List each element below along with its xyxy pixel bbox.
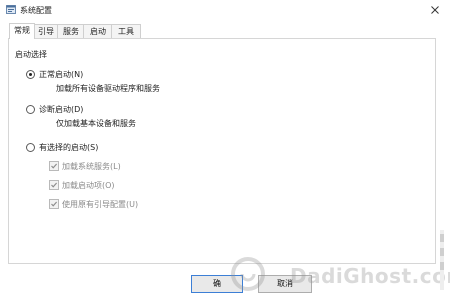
load-startup-items-label: 加载启动项(O) <box>62 181 115 190</box>
ok-button[interactable]: 确 <box>191 275 243 293</box>
msconfig-app-icon <box>6 5 16 15</box>
radio-normal-startup[interactable] <box>26 70 35 79</box>
tab-boot[interactable]: 引导 <box>33 24 59 39</box>
radio-selective-startup[interactable] <box>26 143 35 152</box>
tab-services[interactable]: 服务 <box>57 24 85 39</box>
selective-startup-label[interactable]: 有选择的启动(S) <box>39 142 98 153</box>
checkbox-load-system-services[interactable] <box>49 161 59 171</box>
use-original-boot-config-label: 使用原有引导配置(U) <box>62 200 139 209</box>
checkbox-use-original-boot-config[interactable] <box>49 199 59 209</box>
checkbox-load-startup-items[interactable] <box>49 180 59 190</box>
load-system-services-label: 加载系统服务(L) <box>62 162 121 171</box>
title-bar[interactable]: 系统配置 <box>0 0 450 20</box>
radio-selected-dot <box>29 73 32 76</box>
system-config-window: 系统配置 常规 引导 服务 启动 工具 启动选择 正常启动(N) 加载所有设备驱… <box>0 0 450 300</box>
diagnostic-startup-label[interactable]: 诊断启动(D) <box>39 104 83 115</box>
normal-startup-description: 加载所有设备驱动程序和服务 <box>56 84 160 93</box>
close-icon[interactable] <box>428 3 442 17</box>
cancel-button[interactable]: 取消 <box>258 275 312 293</box>
window-title: 系统配置 <box>20 6 52 15</box>
radio-diagnostic-startup[interactable] <box>26 105 35 114</box>
scrollbar-edge-icon <box>440 230 444 290</box>
startup-selection-label: 启动选择 <box>15 50 47 59</box>
normal-startup-label[interactable]: 正常启动(N) <box>39 69 83 80</box>
diagnostic-startup-description: 仅加载基本设备和服务 <box>56 119 136 128</box>
tab-general[interactable]: 常规 <box>9 23 35 39</box>
general-tab-panel: 启动选择 正常启动(N) 加载所有设备驱动程序和服务 诊断启动(D) 仅加载基本… <box>8 38 436 264</box>
watermark-text: DadiGhost.com <box>290 264 450 288</box>
tab-tools[interactable]: 工具 <box>111 24 141 39</box>
tab-startup[interactable]: 启动 <box>83 24 113 39</box>
